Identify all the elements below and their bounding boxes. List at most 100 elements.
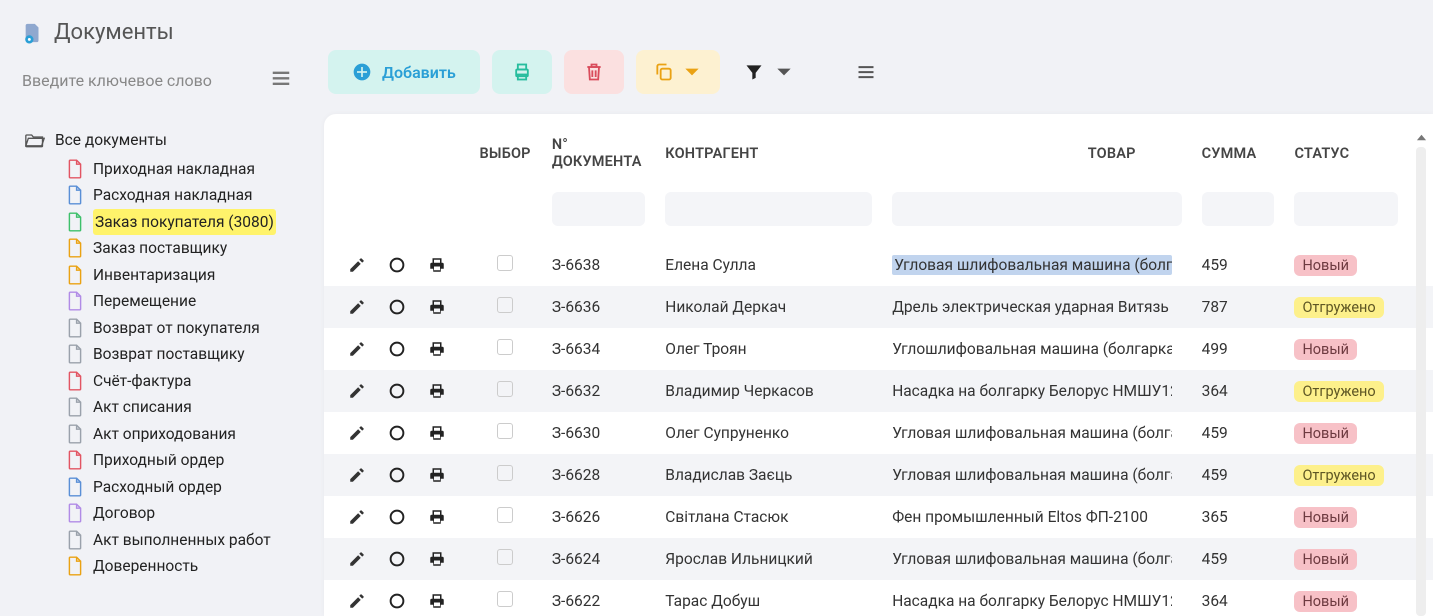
row-checkbox[interactable] (497, 423, 513, 439)
toolbar: Добавить (310, 50, 1433, 114)
header-select[interactable]: ВЫБОР (468, 114, 541, 186)
row-checkbox[interactable] (497, 549, 513, 565)
filter-product[interactable] (892, 192, 1181, 226)
sidebar-item[interactable]: Приходный ордер (67, 447, 296, 474)
status-circle-icon[interactable] (388, 340, 406, 358)
row-checkbox[interactable] (497, 255, 513, 271)
vertical-scrollbar[interactable] (1413, 132, 1429, 616)
header-docno[interactable]: N° ДОКУМЕНТА (542, 114, 655, 186)
sidebar-item[interactable]: Возврат от покупателя (67, 315, 296, 342)
status-circle-icon[interactable] (388, 424, 406, 442)
table-row[interactable]: З-6626 Світлана Стасюк Фен промышленный … (324, 496, 1433, 538)
sidebar-item[interactable]: Акт оприходования (67, 421, 296, 448)
status-circle-icon[interactable] (388, 298, 406, 316)
sidebar-collapse-button[interactable] (266, 63, 296, 97)
row-checkbox[interactable] (497, 339, 513, 355)
file-icon (67, 212, 83, 232)
sidebar-item-label: Доверенность (93, 553, 198, 580)
status-circle-icon[interactable] (388, 382, 406, 400)
sidebar-item[interactable]: Приходная накладная (67, 156, 296, 183)
status-badge: Новый (1294, 591, 1357, 612)
print-button[interactable] (492, 50, 552, 94)
sidebar-item[interactable]: Расходная накладная (67, 182, 296, 209)
filter-sum[interactable] (1202, 192, 1275, 226)
printer-icon[interactable] (428, 508, 446, 526)
edit-icon[interactable] (348, 424, 366, 442)
sidebar-item[interactable]: Заказ покупателя (3080) (67, 209, 296, 236)
filter-button[interactable] (732, 50, 806, 94)
edit-icon[interactable] (348, 550, 366, 568)
table-row[interactable]: З-6634 Олег Троян Углошлифовальная машин… (324, 328, 1433, 370)
tree-root[interactable]: Все документы (25, 127, 296, 154)
file-icon (67, 397, 83, 417)
plus-circle-icon (352, 62, 372, 82)
sidebar-item-label: Расходная накладная (93, 182, 253, 209)
sidebar-item-label: Приходный ордер (93, 447, 224, 474)
edit-icon[interactable] (348, 592, 366, 610)
printer-icon[interactable] (428, 298, 446, 316)
table-row[interactable]: З-6628 Владислав Заєць Угловая шлифоваль… (324, 454, 1433, 496)
printer-icon[interactable] (428, 340, 446, 358)
sidebar-item[interactable]: Инвентаризация (67, 262, 296, 289)
header-status[interactable]: СТАТУС (1284, 114, 1408, 186)
table-row[interactable]: З-6638 Елена Сулла Угловая шлифовальная … (324, 244, 1433, 286)
header-product[interactable]: ТОВАР (882, 114, 1191, 186)
edit-icon[interactable] (348, 382, 366, 400)
edit-icon[interactable] (348, 508, 366, 526)
status-circle-icon[interactable] (388, 508, 406, 526)
sidebar-item[interactable]: Договор (67, 500, 296, 527)
cell-product: Угловая шлифовальная машина (болгар (892, 466, 1172, 484)
scroll-track[interactable] (1416, 147, 1426, 616)
cell-product: Насадка на болгарку Белорус НМШУ125 (892, 592, 1172, 610)
sidebar-item[interactable]: Возврат поставщику (67, 341, 296, 368)
sidebar-item[interactable]: Акт списания (67, 394, 296, 421)
search-input[interactable] (22, 71, 232, 90)
edit-icon[interactable] (348, 256, 366, 274)
printer-icon[interactable] (428, 550, 446, 568)
table-row[interactable]: З-6624 Ярослав Ильницкий Угловая шлифова… (324, 538, 1433, 580)
sidebar-item[interactable]: Акт выполненных работ (67, 527, 296, 554)
sidebar-item[interactable]: Счёт-фактура (67, 368, 296, 395)
status-circle-icon[interactable] (388, 592, 406, 610)
table-row[interactable]: З-6622 Тарас Добуш Насадка на болгарку Б… (324, 580, 1433, 616)
edit-icon[interactable] (348, 298, 366, 316)
sidebar-item[interactable]: Заказ поставщику (67, 235, 296, 262)
filter-docno[interactable] (552, 192, 645, 226)
edit-icon[interactable] (348, 466, 366, 484)
sidebar-item[interactable]: Расходный ордер (67, 474, 296, 501)
delete-button[interactable] (564, 50, 624, 94)
row-checkbox[interactable] (497, 507, 513, 523)
table-row[interactable]: З-6636 Николай Деркач Дрель электрическа… (324, 286, 1433, 328)
cell-agent: Олег Супруненко (655, 412, 882, 454)
documents-icon (22, 22, 44, 44)
status-circle-icon[interactable] (388, 466, 406, 484)
printer-icon[interactable] (428, 424, 446, 442)
header-agent[interactable]: КОНТРАГЕНТ (655, 114, 882, 186)
printer-icon[interactable] (428, 256, 446, 274)
row-checkbox[interactable] (497, 465, 513, 481)
table-row[interactable]: З-6632 Владимир Черкасов Насадка на болг… (324, 370, 1433, 412)
row-checkbox[interactable] (497, 297, 513, 313)
sidebar-item[interactable]: Перемещение (67, 288, 296, 315)
add-button[interactable]: Добавить (328, 50, 480, 94)
sidebar: Документы Все документы Приходная наклад… (0, 0, 310, 616)
trash-icon (584, 62, 604, 82)
printer-icon[interactable] (428, 592, 446, 610)
table-row[interactable]: З-6630 Олег Супруненко Угловая шлифоваль… (324, 412, 1433, 454)
filter-agent[interactable] (665, 192, 872, 226)
status-circle-icon[interactable] (388, 550, 406, 568)
edit-icon[interactable] (348, 340, 366, 358)
status-circle-icon[interactable] (388, 256, 406, 274)
cell-sum: 459 (1192, 454, 1285, 496)
printer-icon[interactable] (428, 382, 446, 400)
copy-button[interactable] (636, 50, 720, 94)
sidebar-item[interactable]: Доверенность (67, 553, 296, 580)
row-checkbox[interactable] (497, 381, 513, 397)
row-checkbox[interactable] (497, 591, 513, 607)
file-icon (67, 291, 83, 311)
filter-status[interactable] (1294, 192, 1398, 226)
printer-icon[interactable] (428, 466, 446, 484)
header-sum[interactable]: СУММА (1192, 114, 1285, 186)
cell-agent: Тарас Добуш (655, 580, 882, 616)
more-menu-button[interactable] (844, 50, 888, 94)
